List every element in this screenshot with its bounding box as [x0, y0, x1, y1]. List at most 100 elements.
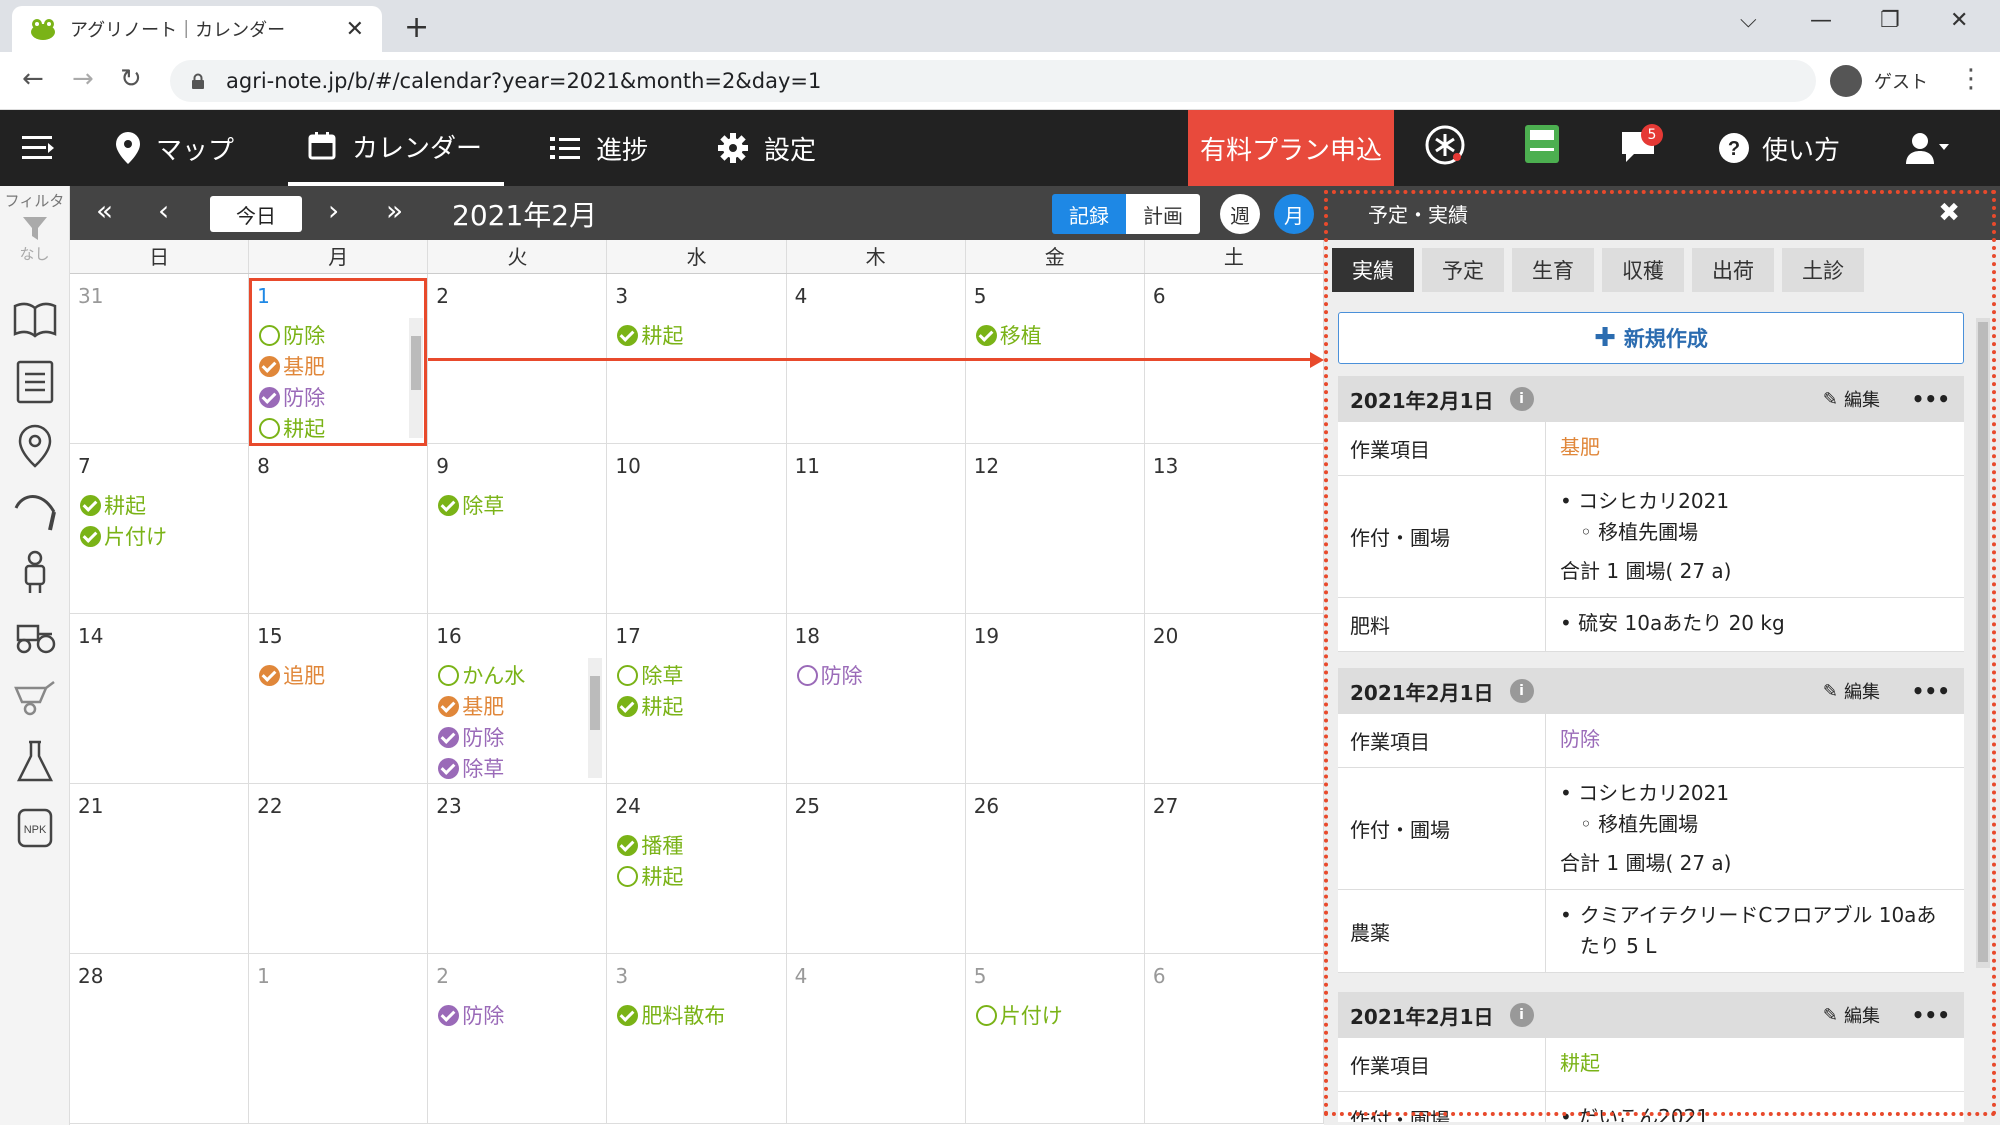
day-cell[interactable]: 19 — [965, 614, 1145, 784]
calendar-event[interactable]: 耕起 — [80, 490, 146, 520]
calendar-event[interactable]: 防除 — [796, 660, 863, 690]
day-cell[interactable]: 4 — [786, 954, 966, 1124]
menu-toggle-icon[interactable] — [22, 110, 72, 186]
nav-map[interactable]: マップ — [116, 110, 234, 186]
calendar-event[interactable]: 耕起 — [617, 320, 683, 350]
wheelbarrow-icon[interactable] — [12, 680, 58, 716]
nav-calendar[interactable]: カレンダー — [288, 110, 505, 186]
next-month-icon[interactable]: › — [328, 194, 339, 227]
tractor-icon[interactable] — [12, 616, 58, 654]
farm-diary-icon[interactable] — [1524, 124, 1560, 164]
day-cell[interactable]: 15 追肥 — [249, 614, 429, 784]
calendar-event[interactable]: 耕起 — [617, 691, 683, 721]
day-cell[interactable]: 28 — [70, 954, 250, 1124]
browser-menu-icon[interactable]: ⋮ — [1958, 64, 1984, 94]
calendar-event[interactable]: かん水 — [438, 660, 525, 690]
day-cell[interactable]: 12 — [965, 444, 1145, 614]
cell-scrollbar[interactable] — [588, 658, 603, 778]
minimize-icon[interactable]: — — [1810, 8, 1832, 33]
day-cell[interactable]: 5 片付け — [965, 954, 1145, 1124]
event-label: 耕起 — [641, 695, 684, 719]
document-icon[interactable] — [16, 360, 54, 404]
week-view-button[interactable]: 週 — [1220, 194, 1260, 234]
prev-month-icon[interactable]: ‹ — [158, 194, 169, 227]
calendar-toolbar: « ‹ 今日 › » 2021年2月 記録 計画 週 月 — [70, 186, 1324, 240]
day-cell[interactable]: 2 防除 — [428, 954, 608, 1124]
day-cell[interactable]: 17 除草 耕起 — [607, 614, 787, 784]
today-button[interactable]: 今日 — [210, 196, 302, 232]
location-icon[interactable] — [18, 424, 52, 468]
day-cell[interactable]: 13 — [1144, 444, 1324, 614]
tab-search-icon[interactable]: ⌵ — [1740, 8, 1757, 33]
gear-icon — [718, 133, 748, 163]
calendar-event[interactable]: 移植 — [975, 320, 1042, 350]
prev-year-icon[interactable]: « — [96, 194, 113, 227]
fertilizer-npk-icon[interactable]: NPK — [16, 806, 54, 850]
crop-record-icon[interactable] — [1424, 124, 1466, 166]
book-icon[interactable] — [12, 300, 58, 340]
selected-day-highlight — [249, 278, 427, 446]
day-cell[interactable]: 18 防除 — [786, 614, 966, 784]
calendar-event[interactable]: 追肥 — [259, 660, 325, 690]
calendar-event[interactable]: 肥料散布 — [617, 1000, 725, 1030]
calendar-event[interactable]: 防除 — [438, 1000, 504, 1030]
flask-icon[interactable] — [16, 740, 54, 784]
day-cell[interactable]: 14 — [70, 614, 250, 784]
day-cell[interactable]: 10 — [607, 444, 787, 614]
day-number: 9 — [436, 454, 450, 478]
day-cell[interactable]: 31 — [70, 274, 250, 444]
forward-icon[interactable]: → — [72, 64, 94, 94]
calendar-event[interactable]: 除草 — [438, 490, 504, 520]
reload-icon[interactable]: ↻ — [120, 64, 142, 94]
help-button[interactable]: ? 使い方 — [1718, 110, 1840, 186]
lock-icon — [192, 73, 204, 89]
day-cell[interactable]: 21 — [70, 784, 250, 954]
day-cell[interactable]: 7 耕起 片付け — [70, 444, 250, 614]
day-cell[interactable]: 9 除草 — [428, 444, 608, 614]
back-icon[interactable]: ← — [22, 64, 44, 94]
tab-title: アグリノート｜カレンダー — [70, 20, 286, 41]
filter-icon[interactable] — [21, 215, 49, 243]
paid-plan-button[interactable]: 有料プラン申込 — [1188, 110, 1394, 186]
calendar-event[interactable]: 耕起 — [617, 861, 683, 891]
calendar-event[interactable]: 播種 — [617, 830, 683, 860]
new-tab-icon[interactable]: + — [404, 10, 429, 45]
calendar-event[interactable]: 防除 — [438, 722, 504, 752]
day-cell[interactable]: 11 — [786, 444, 966, 614]
restore-icon[interactable]: ❐ — [1880, 8, 1900, 33]
plan-toggle[interactable]: 計画 — [1126, 194, 1200, 234]
day-cell[interactable]: 27 — [1144, 784, 1324, 954]
day-cell[interactable]: 20 — [1144, 614, 1324, 784]
day-number: 2 — [436, 964, 450, 988]
calendar-event[interactable]: 基肥 — [438, 691, 504, 721]
day-cell[interactable]: 16 かん水 基肥 防除 除草 — [428, 614, 608, 784]
nav-progress[interactable]: 進捗 — [550, 110, 648, 186]
calendar-event[interactable]: 片付け — [80, 521, 167, 551]
day-cell[interactable]: 25 — [786, 784, 966, 954]
cell-scroll-thumb[interactable] — [590, 676, 601, 730]
day-cell[interactable]: 6 — [1144, 954, 1324, 1124]
month-view-button[interactable]: 月 — [1274, 194, 1314, 234]
day-cell[interactable]: 23 — [428, 784, 608, 954]
nav-settings[interactable]: 設定 — [718, 110, 816, 186]
day-cell[interactable]: 3 肥料散布 — [607, 954, 787, 1124]
record-toggle[interactable]: 記録 — [1052, 194, 1126, 234]
profile-button[interactable]: ゲスト — [1830, 60, 1934, 102]
day-cell[interactable]: 22 — [249, 784, 429, 954]
next-year-icon[interactable]: » — [386, 194, 403, 227]
calendar-event[interactable]: 除草 — [617, 660, 683, 690]
window-close-icon[interactable]: ✕ — [1950, 8, 1968, 33]
browser-tab[interactable]: アグリノート｜カレンダー ✕ — [12, 6, 382, 52]
calendar-event[interactable]: 片付け — [975, 1000, 1063, 1030]
day-cell[interactable]: 24 播種 耕起 — [607, 784, 787, 954]
day-cell[interactable]: 1 — [249, 954, 429, 1124]
sickle-icon[interactable] — [12, 486, 58, 532]
tab-close-icon[interactable]: ✕ — [346, 17, 364, 42]
calendar-event[interactable]: 除草 — [438, 753, 504, 783]
user-menu-icon[interactable] — [1906, 132, 1950, 164]
url-field[interactable]: agri-note.jp/b/#/calendar?year=2021&mont… — [170, 60, 1816, 102]
worker-icon[interactable] — [18, 550, 52, 594]
event-label: 片付け — [104, 525, 167, 549]
day-cell[interactable]: 26 — [965, 784, 1145, 954]
day-cell[interactable]: 8 — [249, 444, 429, 614]
